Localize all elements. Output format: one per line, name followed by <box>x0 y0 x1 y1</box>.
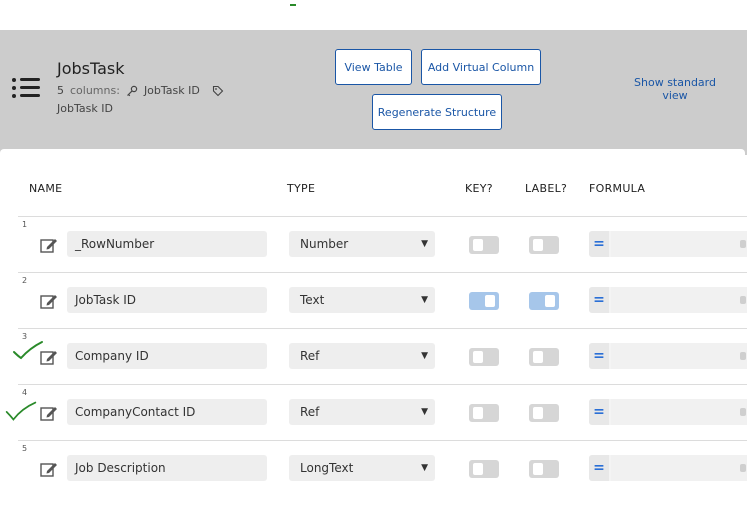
toggle-knob <box>533 407 543 419</box>
row-edge-handle <box>740 408 746 416</box>
key-icon <box>127 85 138 96</box>
row-number: 5 <box>22 444 28 453</box>
key-toggle[interactable] <box>469 404 499 422</box>
edit-icon[interactable] <box>40 293 58 309</box>
row-number: 2 <box>22 276 28 285</box>
toggle-knob <box>533 351 543 363</box>
row-number: 1 <box>22 220 28 229</box>
dropdown-caret-icon: ▼ <box>421 295 428 305</box>
key-toggle[interactable] <box>469 460 499 478</box>
formula-field[interactable]: = <box>589 455 747 481</box>
key-toggle[interactable] <box>469 236 499 254</box>
edit-icon[interactable] <box>40 237 58 253</box>
row-edge-handle <box>740 296 746 304</box>
formula-input[interactable] <box>611 343 747 369</box>
add-virtual-column-button[interactable]: Add Virtual Column <box>421 49 541 85</box>
formula-equals-icon: = <box>589 287 609 313</box>
annotation-mark <box>290 0 296 6</box>
view-table-button[interactable]: View Table <box>335 49 412 85</box>
column-type-select[interactable]: Number ▼ <box>289 231 435 257</box>
dropdown-caret-icon: ▼ <box>421 463 428 473</box>
column-name-input[interactable]: JobTask ID <box>67 287 267 313</box>
label-toggle[interactable] <box>529 292 559 310</box>
formula-field[interactable]: = <box>589 287 747 313</box>
formula-field[interactable]: = <box>589 399 747 425</box>
column-name-input[interactable]: Job Description <box>67 455 267 481</box>
toggle-knob <box>473 463 483 475</box>
label-column-name: JobTask ID <box>57 102 113 115</box>
table-meta: 5 columns: JobTask ID <box>57 84 224 97</box>
key-toggle[interactable] <box>469 292 499 310</box>
dropdown-caret-icon: ▼ <box>421 407 428 417</box>
key-toggle[interactable] <box>469 348 499 366</box>
column-type-value: Number <box>300 237 349 251</box>
toggle-knob <box>473 239 483 251</box>
table-row: 3 Company ID Ref ▼ = <box>18 328 747 385</box>
formula-input[interactable] <box>611 455 747 481</box>
columns-word: columns: <box>70 84 120 97</box>
column-type-select[interactable]: Text ▼ <box>289 287 435 313</box>
formula-equals-icon: = <box>589 455 609 481</box>
table-row: 2 JobTask ID Text ▼ = <box>18 272 747 329</box>
column-name-input[interactable]: Company ID <box>67 343 267 369</box>
annotation-checkmark <box>13 341 43 360</box>
row-edge-handle <box>740 352 746 360</box>
header-key: KEY? <box>465 182 493 195</box>
column-name-input[interactable]: CompanyContact ID <box>67 399 267 425</box>
table-row: 1 _RowNumber Number ▼ = <box>18 216 747 273</box>
column-name-input[interactable]: _RowNumber <box>67 231 267 257</box>
column-type-select[interactable]: Ref ▼ <box>289 399 435 425</box>
formula-equals-icon: = <box>589 231 609 257</box>
toggle-knob <box>473 351 483 363</box>
table-row: 4 CompanyContact ID Ref ▼ = <box>18 384 747 441</box>
toggle-knob <box>545 295 555 307</box>
annotation-checkmark <box>5 401 37 421</box>
dropdown-caret-icon: ▼ <box>421 351 428 361</box>
columns-count: 5 <box>57 84 64 97</box>
toggle-knob <box>533 463 543 475</box>
column-type-select[interactable]: Ref ▼ <box>289 343 435 369</box>
column-type-value: Ref <box>300 405 320 419</box>
formula-field[interactable]: = <box>589 343 747 369</box>
list-menu-icon[interactable] <box>12 76 40 100</box>
formula-equals-icon: = <box>589 399 609 425</box>
toggle-knob <box>485 295 495 307</box>
toggle-knob <box>473 407 483 419</box>
row-edge-handle <box>740 240 746 248</box>
key-column-name: JobTask ID <box>143 84 200 97</box>
header-type: TYPE <box>287 182 316 195</box>
tag-icon <box>212 85 224 96</box>
show-standard-view-link[interactable]: Show standard view <box>628 76 722 102</box>
formula-input[interactable] <box>611 287 747 313</box>
formula-input[interactable] <box>611 399 747 425</box>
column-type-value: Text <box>300 293 325 307</box>
toggle-knob <box>533 239 543 251</box>
column-type-value: LongText <box>300 461 354 475</box>
top-strip <box>0 0 747 30</box>
label-toggle[interactable] <box>529 348 559 366</box>
header-label: LABEL? <box>525 182 568 195</box>
header-name: NAME <box>29 182 63 195</box>
formula-equals-icon: = <box>589 343 609 369</box>
table-row: 5 Job Description LongText ▼ = <box>18 440 747 497</box>
row-number: 4 <box>22 388 28 397</box>
label-toggle[interactable] <box>529 460 559 478</box>
header-formula: FORMULA <box>589 182 646 195</box>
dropdown-caret-icon: ▼ <box>421 239 428 249</box>
table-title: JobsTask <box>57 59 125 78</box>
column-type-select[interactable]: LongText ▼ <box>289 455 435 481</box>
formula-field[interactable]: = <box>589 231 747 257</box>
label-toggle[interactable] <box>529 236 559 254</box>
regenerate-structure-button[interactable]: Regenerate Structure <box>372 94 502 130</box>
formula-input[interactable] <box>611 231 747 257</box>
column-type-value: Ref <box>300 349 320 363</box>
row-edge-handle <box>740 464 746 472</box>
edit-icon[interactable] <box>40 461 58 477</box>
edit-icon[interactable] <box>40 405 58 421</box>
label-toggle[interactable] <box>529 404 559 422</box>
